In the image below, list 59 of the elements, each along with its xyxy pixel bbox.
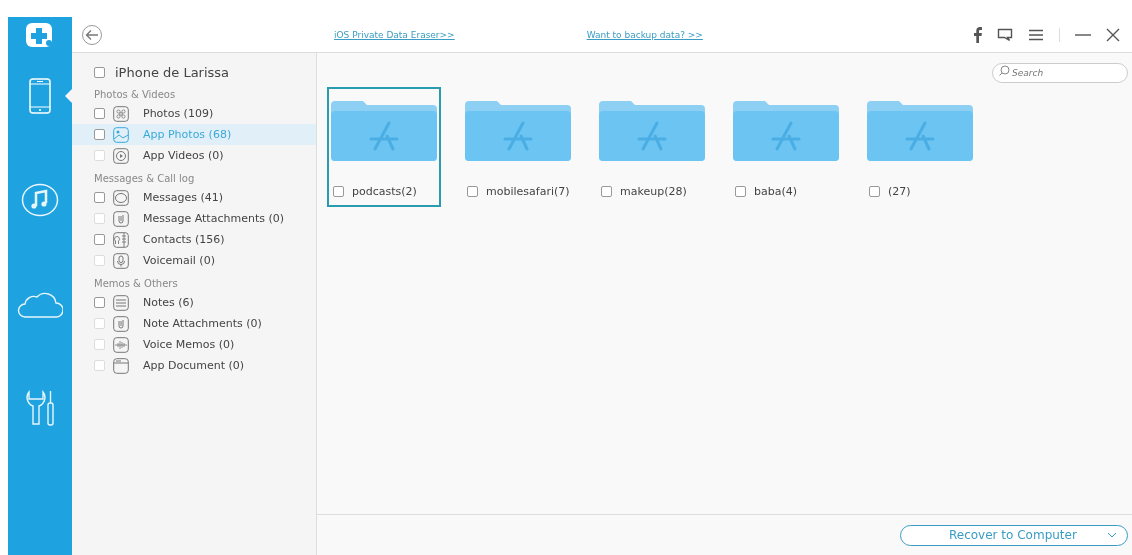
folder-name: podcasts(2) (352, 185, 417, 198)
folder-icon (599, 101, 705, 161)
paperclip-icon (113, 210, 129, 227)
minimize-icon[interactable] (1075, 32, 1091, 37)
search-field[interactable]: Search (992, 63, 1128, 83)
play-icon (113, 147, 129, 164)
folder-icon (113, 357, 129, 374)
feedback-icon[interactable] (997, 27, 1013, 42)
microphone-icon (113, 252, 129, 269)
folder-checkbox[interactable] (467, 186, 478, 197)
search-icon (999, 65, 1010, 76)
device-name: iPhone de Larissa (115, 64, 230, 80)
group-heading: Memos & Others (93, 277, 179, 291)
flower-icon (113, 105, 129, 122)
folder-tile[interactable]: podcasts(2) (327, 87, 441, 207)
folder-tile[interactable]: mobilesafari(7) (461, 87, 575, 207)
category-item[interactable]: Contacts (156) (72, 229, 316, 250)
facebook-icon[interactable] (973, 26, 982, 43)
folder-checkbox[interactable] (601, 186, 612, 197)
folder-name: baba(4) (754, 185, 798, 198)
folder-icon (465, 101, 571, 161)
item-checkbox[interactable] (94, 192, 105, 203)
folder-checkbox[interactable] (333, 186, 344, 197)
image-icon (113, 126, 129, 143)
speech-bubble-icon (113, 189, 129, 206)
paperclip-icon (113, 315, 129, 332)
folder-tile[interactable]: (27) (863, 87, 977, 207)
waveform-icon (113, 336, 129, 353)
category-item[interactable]: Photos (109) (72, 103, 316, 124)
contact-card-icon (113, 231, 129, 248)
folder-icon (733, 101, 839, 161)
item-checkbox[interactable] (94, 297, 105, 308)
item-checkbox[interactable] (94, 108, 105, 119)
folder-checkbox[interactable] (735, 186, 746, 197)
folder-name: (27) (888, 185, 911, 198)
notes-icon (113, 294, 129, 311)
item-checkbox[interactable] (94, 234, 105, 245)
group-heading: Messages & Call log (93, 172, 196, 186)
folder-icon (867, 101, 973, 161)
folder-tile[interactable]: baba(4) (729, 87, 843, 207)
chevron-down-icon (1107, 532, 1117, 538)
menu-icon[interactable] (1028, 28, 1044, 41)
tools-icon (24, 389, 56, 427)
category-item[interactable]: Notes (6) (72, 292, 316, 313)
back-arrow-icon (85, 28, 99, 41)
folder-checkbox[interactable] (869, 186, 880, 197)
cloud-icon (17, 290, 63, 318)
category-item[interactable]: Messages (41) (72, 187, 316, 208)
folder-name: makeup(28) (620, 185, 687, 198)
folder-tile[interactable]: makeup(28) (595, 87, 709, 207)
folder-icon (331, 101, 437, 161)
close-icon[interactable] (1106, 27, 1120, 42)
music-note-icon (21, 183, 59, 217)
phone-icon (29, 78, 51, 114)
folder-name: mobilesafari(7) (486, 185, 570, 198)
group-heading: Photos & Videos (93, 88, 177, 102)
back-button[interactable] (82, 24, 102, 45)
device-checkbox[interactable] (94, 66, 105, 78)
item-checkbox[interactable] (94, 129, 105, 140)
